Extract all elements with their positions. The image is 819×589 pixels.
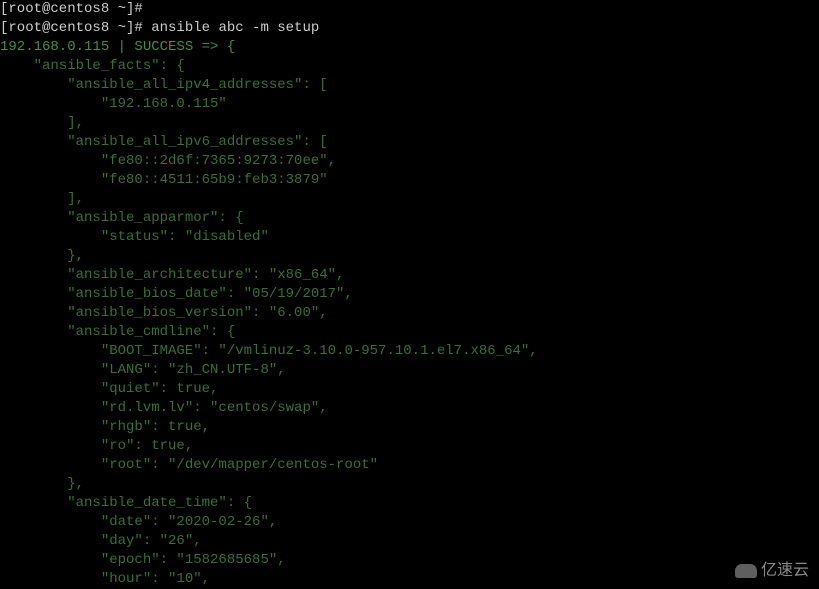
output-line: },	[0, 476, 84, 492]
result-host: 192.168.0.115	[0, 39, 109, 55]
output-line: "ansible_bios_version": "6.00",	[0, 305, 328, 321]
output-line: "ansible_all_ipv4_addresses": [	[0, 77, 328, 93]
output-line: "quiet": true,	[0, 381, 218, 397]
watermark-text: 亿速云	[761, 561, 809, 580]
output-line: "date": "2020-02-26",	[0, 514, 277, 530]
output-line: "status": "disabled"	[0, 229, 269, 245]
command-input: ansible abc -m setup	[143, 20, 319, 36]
watermark: 亿速云	[735, 561, 809, 580]
output-line: "BOOT_IMAGE": "/vmlinuz-3.10.0-957.10.1.…	[0, 343, 538, 359]
output-line: "ansible_facts": {	[0, 58, 185, 74]
output-line: "root": "/dev/mapper/centos-root"	[0, 457, 378, 473]
output-line: "rd.lvm.lv": "centos/swap",	[0, 400, 328, 416]
output-line: },	[0, 248, 84, 264]
output-line: "ansible_architecture": "x86_64",	[0, 267, 344, 283]
output-line: "ansible_apparmor": {	[0, 210, 244, 226]
output-line: "ansible_all_ipv6_addresses": [	[0, 134, 328, 150]
output-line: "ansible_cmdline": {	[0, 324, 235, 340]
result-status: | SUCCESS =>	[109, 39, 227, 55]
output-line: "ro": true,	[0, 438, 193, 454]
output-line: "fe80::2d6f:7365:9273:70ee",	[0, 153, 336, 169]
cloud-icon	[735, 564, 757, 578]
open-brace: {	[227, 39, 235, 55]
output-line: "ansible_bios_date": "05/19/2017",	[0, 286, 353, 302]
output-line: "LANG": "zh_CN.UTF-8",	[0, 362, 286, 378]
output-line: ],	[0, 115, 84, 131]
output-line: "hour": "10",	[0, 571, 210, 587]
output-line: "rhgb": true,	[0, 419, 210, 435]
shell-prompt-1: [root@centos8 ~]#	[0, 1, 143, 17]
output-line: "day": "26",	[0, 533, 202, 549]
output-line: "epoch": "1582685685",	[0, 552, 286, 568]
output-line: ],	[0, 191, 84, 207]
shell-prompt-2: [root@centos8 ~]#	[0, 20, 143, 36]
output-line: "fe80::4511:65b9:feb3:3879"	[0, 172, 328, 188]
output-line: "192.168.0.115"	[0, 96, 227, 112]
output-line: "ansible_date_time": {	[0, 495, 252, 511]
terminal-output[interactable]: [root@centos8 ~]# [root@centos8 ~]# ansi…	[0, 0, 819, 589]
